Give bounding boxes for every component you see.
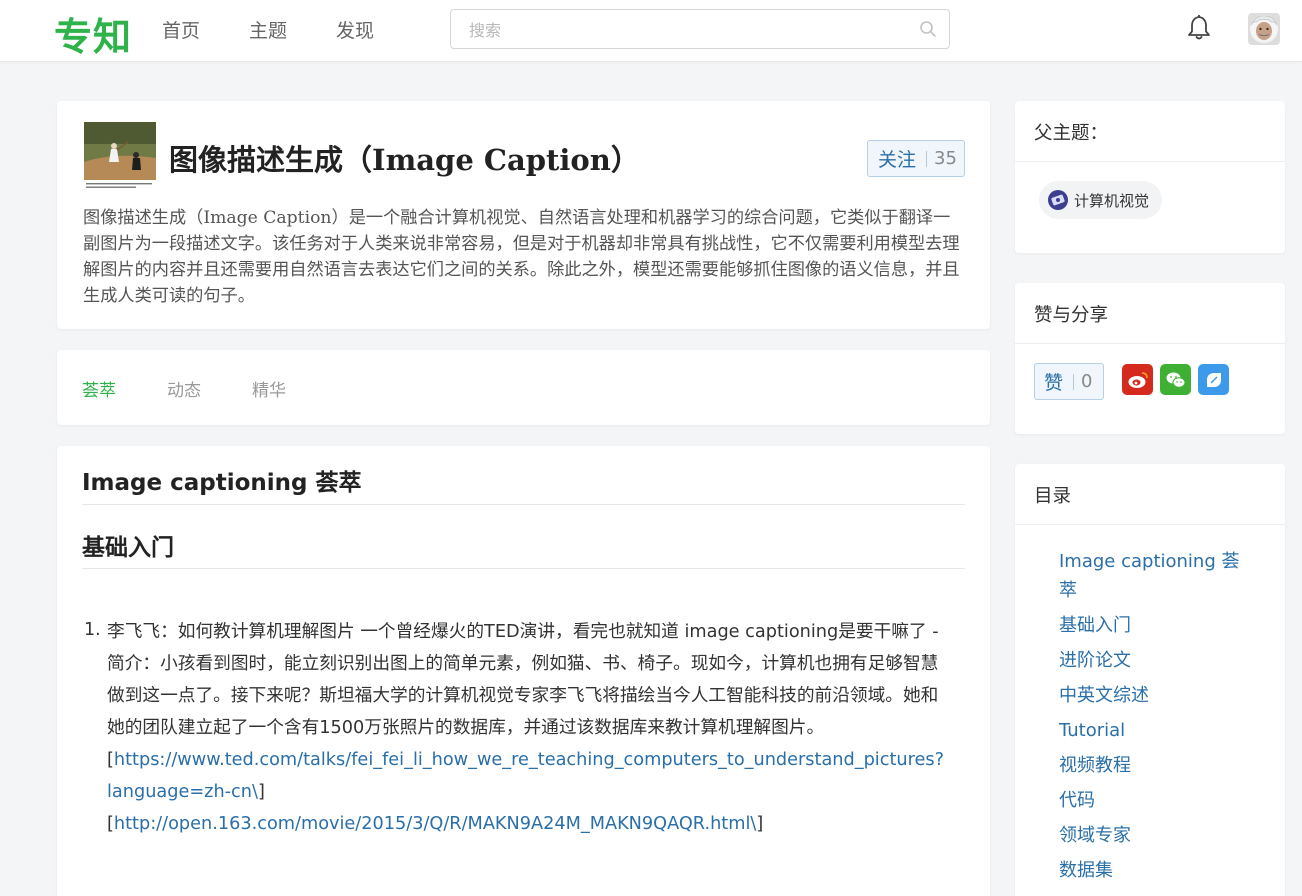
tab-highlights[interactable]: 荟萃 <box>82 376 116 401</box>
topic-title: 图像描述生成（Image Caption） <box>169 143 640 177</box>
article-heading: Image captioning 荟萃 <box>82 470 362 496</box>
toc-item[interactable]: 数据集 <box>1059 856 1249 885</box>
site-logo[interactable]: 专知 <box>54 6 132 61</box>
like-count: 0 <box>1081 371 1093 392</box>
like-share-card: 赞与分享 赞 0 <box>1015 283 1285 434</box>
parent-topic-title: 父主题： <box>1034 123 1109 144</box>
topic-thumbnail <box>84 122 156 192</box>
note-icon[interactable] <box>1198 364 1229 395</box>
topic-card: 图像描述生成（Image Caption） 关注 35 图像描述生成（Image… <box>57 101 990 329</box>
list-item-text: 李飞飞：如何教计算机理解图片 一个曾经爆火的TED演讲，看完也就知道 image… <box>107 622 939 738</box>
search-icon[interactable] <box>919 20 937 42</box>
section-heading: 基础入门 <box>82 535 174 561</box>
ted-talk-link[interactable]: https://www.ted.com/talks/fei_fei_li_how… <box>107 750 944 802</box>
toc-item[interactable]: 基础入门 <box>1059 611 1249 640</box>
nav-topics[interactable]: 主题 <box>249 16 287 43</box>
nav-home[interactable]: 首页 <box>162 16 200 43</box>
top-navbar: 专知 首页 主题 发现 <box>0 0 1302 62</box>
bracket: [ <box>107 750 114 770</box>
bracket: ] <box>756 814 764 834</box>
netease-video-link[interactable]: http://open.163.com/movie/2015/3/Q/R/MAK… <box>114 814 756 834</box>
like-label: 赞 <box>1044 372 1064 394</box>
toc-item[interactable]: 领域专家 <box>1059 821 1249 850</box>
list-item: 李飞飞：如何教计算机理解图片 一个曾经爆火的TED演讲，看完也就知道 image… <box>107 616 947 840</box>
section-divider <box>82 568 965 569</box>
wechat-icon[interactable] <box>1160 364 1191 395</box>
bracket: [ <box>107 814 114 834</box>
card-header: 父主题： <box>1015 101 1285 162</box>
weibo-icon[interactable] <box>1122 364 1153 395</box>
bracket: ] <box>257 782 265 802</box>
follower-count: 35 <box>934 148 957 169</box>
card-header: 赞与分享 <box>1015 283 1285 344</box>
parent-topic-card: 父主题： 计算机视觉 <box>1015 101 1285 253</box>
bell-icon[interactable] <box>1186 13 1212 45</box>
toc-item[interactable]: 进阶论文 <box>1059 646 1249 675</box>
toc-item[interactable]: 中英文综述 <box>1059 681 1249 710</box>
toc-title: 目录 <box>1034 486 1072 507</box>
like-button[interactable]: 赞 0 <box>1034 363 1104 400</box>
user-avatar[interactable] <box>1248 13 1280 45</box>
follow-button[interactable]: 关注 35 <box>867 140 965 177</box>
computer-vision-icon <box>1048 190 1068 210</box>
toc-item[interactable]: 代码 <box>1059 786 1249 815</box>
table-of-contents-card: 目录 Image captioning 荟萃 基础入门 进阶论文 中英文综述 T… <box>1015 464 1285 896</box>
list-item-number: 1. <box>84 620 101 640</box>
toc-item[interactable]: Tutorial <box>1059 716 1249 745</box>
card-header: 目录 <box>1015 464 1285 525</box>
toc-item[interactable]: Image captioning 荟萃 <box>1059 547 1244 605</box>
divider <box>1073 373 1075 390</box>
search-box <box>450 9 950 49</box>
divider <box>926 150 928 167</box>
heading-divider <box>82 504 965 505</box>
like-share-title: 赞与分享 <box>1034 305 1109 326</box>
chip-label: 计算机视觉 <box>1074 191 1150 210</box>
content-tabs: 荟萃 动态 精华 <box>57 350 990 425</box>
content-card: Image captioning 荟萃 基础入门 1. 李飞飞：如何教计算机理解… <box>57 446 990 896</box>
parent-topic-chip[interactable]: 计算机视觉 <box>1039 181 1163 219</box>
nav-discover[interactable]: 发现 <box>336 16 374 43</box>
toc-item[interactable]: 视频教程 <box>1059 751 1249 780</box>
follow-label: 关注 <box>878 149 917 171</box>
search-input[interactable] <box>469 18 899 42</box>
topic-description: 图像描述生成（Image Caption）是一个融合计算机视觉、自然语言处理和机… <box>83 208 960 306</box>
tab-featured[interactable]: 精华 <box>252 376 286 401</box>
tab-activity[interactable]: 动态 <box>167 376 201 401</box>
